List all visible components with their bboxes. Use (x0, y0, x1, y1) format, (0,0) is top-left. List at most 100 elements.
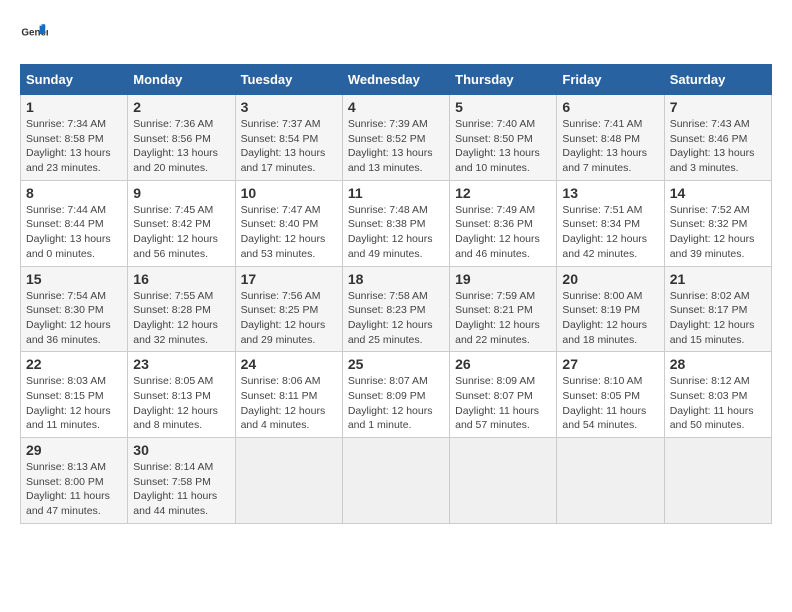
day-info: Sunrise: 7:36 AM Sunset: 8:56 PM Dayligh… (133, 117, 229, 176)
calendar-cell: 27 Sunrise: 8:10 AM Sunset: 8:05 PM Dayli… (557, 352, 664, 438)
calendar-cell (664, 438, 771, 524)
calendar-cell: 13 Sunrise: 7:51 AM Sunset: 8:34 PM Dayli… (557, 180, 664, 266)
day-number: 2 (133, 99, 229, 115)
day-info: Sunrise: 7:43 AM Sunset: 8:46 PM Dayligh… (670, 117, 766, 176)
calendar-cell: 17 Sunrise: 7:56 AM Sunset: 8:25 PM Dayli… (235, 266, 342, 352)
day-info: Sunrise: 8:00 AM Sunset: 8:19 PM Dayligh… (562, 289, 658, 348)
weekday-header: Wednesday (342, 65, 449, 95)
day-info: Sunrise: 8:07 AM Sunset: 8:09 PM Dayligh… (348, 374, 444, 433)
day-number: 14 (670, 185, 766, 201)
calendar-cell: 1Sunrise: 7:34 AM Sunset: 8:58 PM Daylig… (21, 95, 128, 181)
calendar-week-row: 1Sunrise: 7:34 AM Sunset: 8:58 PM Daylig… (21, 95, 772, 181)
day-number: 10 (241, 185, 337, 201)
day-info: Sunrise: 8:12 AM Sunset: 8:03 PM Dayligh… (670, 374, 766, 433)
day-info: Sunrise: 8:03 AM Sunset: 8:15 PM Dayligh… (26, 374, 122, 433)
day-number: 24 (241, 356, 337, 372)
calendar-cell: 16Sunrise: 7:55 AM Sunset: 8:28 PM Dayli… (128, 266, 235, 352)
day-number: 26 (455, 356, 551, 372)
day-number: 27 (562, 356, 658, 372)
day-info: Sunrise: 8:09 AM Sunset: 8:07 PM Dayligh… (455, 374, 551, 433)
day-info: Sunrise: 8:06 AM Sunset: 8:11 PM Dayligh… (241, 374, 337, 433)
day-info: Sunrise: 7:51 AM Sunset: 8:34 PM Dayligh… (562, 203, 658, 262)
day-info: Sunrise: 7:54 AM Sunset: 8:30 PM Dayligh… (26, 289, 122, 348)
day-info: Sunrise: 8:02 AM Sunset: 8:17 PM Dayligh… (670, 289, 766, 348)
calendar-cell (342, 438, 449, 524)
day-number: 9 (133, 185, 229, 201)
calendar-cell: 19Sunrise: 7:59 AM Sunset: 8:21 PM Dayli… (450, 266, 557, 352)
day-info: Sunrise: 7:40 AM Sunset: 8:50 PM Dayligh… (455, 117, 551, 176)
day-info: Sunrise: 8:13 AM Sunset: 8:00 PM Dayligh… (26, 460, 122, 519)
day-info: Sunrise: 7:55 AM Sunset: 8:28 PM Dayligh… (133, 289, 229, 348)
calendar-cell: 11Sunrise: 7:48 AM Sunset: 8:38 PM Dayli… (342, 180, 449, 266)
calendar-week-row: 15 Sunrise: 7:54 AM Sunset: 8:30 PM Dayli… (21, 266, 772, 352)
calendar-cell: 29 Sunrise: 8:13 AM Sunset: 8:00 PM Dayli… (21, 438, 128, 524)
day-info: Sunrise: 8:05 AM Sunset: 8:13 PM Dayligh… (133, 374, 229, 433)
day-number: 18 (348, 271, 444, 287)
day-number: 23 (133, 356, 229, 372)
day-number: 15 (26, 271, 122, 287)
day-info: Sunrise: 7:47 AM Sunset: 8:40 PM Dayligh… (241, 203, 337, 262)
calendar-week-row: 22Sunrise: 8:03 AM Sunset: 8:15 PM Dayli… (21, 352, 772, 438)
logo: General (20, 20, 52, 48)
day-info: Sunrise: 7:34 AM Sunset: 8:58 PM Dayligh… (26, 117, 122, 176)
weekday-header: Tuesday (235, 65, 342, 95)
day-number: 8 (26, 185, 122, 201)
day-info: Sunrise: 7:39 AM Sunset: 8:52 PM Dayligh… (348, 117, 444, 176)
calendar-cell: 9 Sunrise: 7:45 AM Sunset: 8:42 PM Daylig… (128, 180, 235, 266)
day-number: 6 (562, 99, 658, 115)
calendar-cell (450, 438, 557, 524)
calendar-cell: 14 Sunrise: 7:52 AM Sunset: 8:32 PM Dayli… (664, 180, 771, 266)
calendar-week-row: 29 Sunrise: 8:13 AM Sunset: 8:00 PM Dayli… (21, 438, 772, 524)
day-info: Sunrise: 7:52 AM Sunset: 8:32 PM Dayligh… (670, 203, 766, 262)
day-number: 28 (670, 356, 766, 372)
weekday-header: Sunday (21, 65, 128, 95)
calendar-cell: 30 Sunrise: 8:14 AM Sunset: 7:58 PM Dayli… (128, 438, 235, 524)
day-info: Sunrise: 8:14 AM Sunset: 7:58 PM Dayligh… (133, 460, 229, 519)
calendar-cell: 8Sunrise: 7:44 AM Sunset: 8:44 PM Daylig… (21, 180, 128, 266)
calendar-cell: 7 Sunrise: 7:43 AM Sunset: 8:46 PM Daylig… (664, 95, 771, 181)
day-number: 12 (455, 185, 551, 201)
day-number: 5 (455, 99, 551, 115)
calendar-cell: 4 Sunrise: 7:39 AM Sunset: 8:52 PM Daylig… (342, 95, 449, 181)
calendar-cell: 22Sunrise: 8:03 AM Sunset: 8:15 PM Dayli… (21, 352, 128, 438)
day-info: Sunrise: 7:49 AM Sunset: 8:36 PM Dayligh… (455, 203, 551, 262)
day-number: 29 (26, 442, 122, 458)
calendar-cell: 21 Sunrise: 8:02 AM Sunset: 8:17 PM Dayli… (664, 266, 771, 352)
calendar-cell: 2 Sunrise: 7:36 AM Sunset: 8:56 PM Daylig… (128, 95, 235, 181)
day-number: 7 (670, 99, 766, 115)
weekday-header: Saturday (664, 65, 771, 95)
day-number: 21 (670, 271, 766, 287)
day-info: Sunrise: 7:56 AM Sunset: 8:25 PM Dayligh… (241, 289, 337, 348)
calendar-cell: 15 Sunrise: 7:54 AM Sunset: 8:30 PM Dayli… (21, 266, 128, 352)
calendar-cell: 3 Sunrise: 7:37 AM Sunset: 8:54 PM Daylig… (235, 95, 342, 181)
logo-icon: General (20, 20, 48, 48)
calendar-cell: 10 Sunrise: 7:47 AM Sunset: 8:40 PM Dayli… (235, 180, 342, 266)
day-number: 20 (562, 271, 658, 287)
day-info: Sunrise: 7:45 AM Sunset: 8:42 PM Dayligh… (133, 203, 229, 262)
day-info: Sunrise: 8:10 AM Sunset: 8:05 PM Dayligh… (562, 374, 658, 433)
calendar-cell: 24 Sunrise: 8:06 AM Sunset: 8:11 PM Dayli… (235, 352, 342, 438)
calendar-cell: 6 Sunrise: 7:41 AM Sunset: 8:48 PM Daylig… (557, 95, 664, 181)
calendar-cell: 20 Sunrise: 8:00 AM Sunset: 8:19 PM Dayli… (557, 266, 664, 352)
day-info: Sunrise: 7:59 AM Sunset: 8:21 PM Dayligh… (455, 289, 551, 348)
page-header: General (20, 20, 772, 48)
day-number: 13 (562, 185, 658, 201)
calendar-cell (235, 438, 342, 524)
calendar-cell: 28 Sunrise: 8:12 AM Sunset: 8:03 PM Dayli… (664, 352, 771, 438)
day-number: 30 (133, 442, 229, 458)
day-number: 3 (241, 99, 337, 115)
calendar-cell: 25 Sunrise: 8:07 AM Sunset: 8:09 PM Dayli… (342, 352, 449, 438)
weekday-header: Thursday (450, 65, 557, 95)
calendar-cell: 12 Sunrise: 7:49 AM Sunset: 8:36 PM Dayli… (450, 180, 557, 266)
weekday-header: Friday (557, 65, 664, 95)
day-number: 25 (348, 356, 444, 372)
day-number: 17 (241, 271, 337, 287)
day-number: 4 (348, 99, 444, 115)
day-info: Sunrise: 7:37 AM Sunset: 8:54 PM Dayligh… (241, 117, 337, 176)
calendar-body: 1Sunrise: 7:34 AM Sunset: 8:58 PM Daylig… (21, 95, 772, 524)
calendar-header-row: SundayMondayTuesdayWednesdayThursdayFrid… (21, 65, 772, 95)
day-info: Sunrise: 7:41 AM Sunset: 8:48 PM Dayligh… (562, 117, 658, 176)
calendar-cell: 23 Sunrise: 8:05 AM Sunset: 8:13 PM Dayli… (128, 352, 235, 438)
day-number: 11 (348, 185, 444, 201)
calendar-cell: 5 Sunrise: 7:40 AM Sunset: 8:50 PM Daylig… (450, 95, 557, 181)
